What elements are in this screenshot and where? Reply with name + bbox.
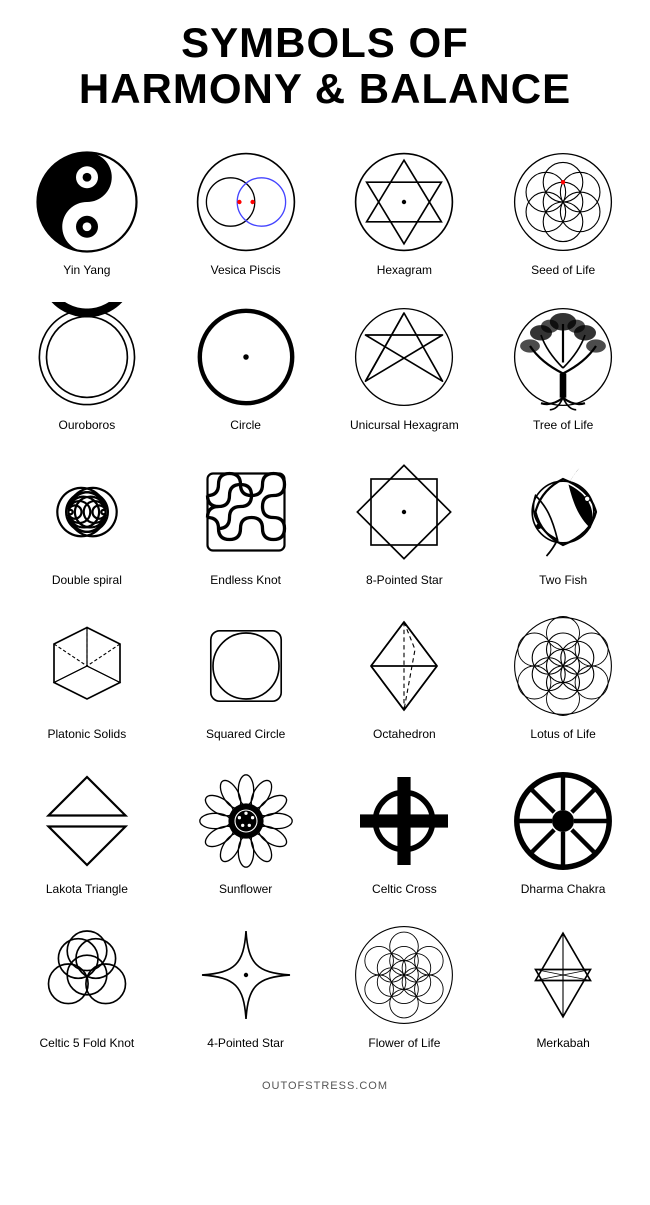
symbol-octahedron: Octahedron — [328, 606, 482, 751]
circle-image — [191, 302, 301, 412]
hexagram-label: Hexagram — [377, 263, 432, 279]
symbols-grid: Yin Yang Vesica Piscis Hexagram — [10, 142, 640, 1060]
flower-of-life-label: Flower of Life — [368, 1036, 440, 1052]
sunflower-image — [191, 766, 301, 876]
symbol-sunflower: Sunflower — [169, 761, 323, 906]
symbol-circle: Circle — [169, 297, 323, 442]
symbol-endless-knot: Endless Knot — [169, 452, 323, 597]
symbol-dharma-chakra: Dharma Chakra — [486, 761, 640, 906]
symbol-vesica-piscis: Vesica Piscis — [169, 142, 323, 287]
4-pointed-star-image — [191, 920, 301, 1030]
8-pointed-star-label: 8-Pointed Star — [366, 573, 443, 589]
dharma-chakra-image — [508, 766, 618, 876]
symbol-unicursal-hexagram: Unicursal Hexagram — [328, 297, 482, 442]
flower-of-life-image — [349, 920, 459, 1030]
celtic-cross-image — [349, 766, 459, 876]
symbol-celtic-5-fold-knot: Celtic 5 Fold Knot — [10, 915, 164, 1060]
octahedron-label: Octahedron — [373, 727, 436, 743]
squared-circle-label: Squared Circle — [206, 727, 285, 743]
symbol-8-pointed-star: 8-Pointed Star — [328, 452, 482, 597]
symbol-flower-of-life: Flower of Life — [328, 915, 482, 1060]
ouroboros-label: Ouroboros — [59, 418, 116, 434]
page-title: SYMBOLS OF HARMONY & BALANCE — [79, 20, 571, 112]
merkabah-label: Merkabah — [536, 1036, 589, 1052]
symbol-celtic-cross: Celtic Cross — [328, 761, 482, 906]
symbol-tree-of-life: Tree of Life — [486, 297, 640, 442]
double-spiral-label: Double spiral — [52, 573, 122, 589]
yin-yang-image — [32, 147, 142, 257]
celtic-cross-label: Celtic Cross — [372, 882, 437, 898]
vesica-piscis-image — [191, 147, 301, 257]
two-fish-label: Two Fish — [539, 573, 587, 589]
symbol-platonic-solids: Platonic Solids — [10, 606, 164, 751]
platonic-solids-label: Platonic Solids — [48, 727, 127, 743]
4-pointed-star-label: 4-Pointed Star — [207, 1036, 284, 1052]
seed-of-life-image — [508, 147, 618, 257]
lotus-of-life-label: Lotus of Life — [530, 727, 595, 743]
footer-text: OUTOFSTRESS.COM — [262, 1080, 388, 1092]
symbol-seed-of-life: Seed of Life — [486, 142, 640, 287]
symbol-double-spiral: Double spiral — [10, 452, 164, 597]
two-fish-image — [508, 457, 618, 567]
seed-of-life-label: Seed of Life — [531, 263, 595, 279]
lotus-of-life-image — [508, 611, 618, 721]
celtic-5-fold-knot-image — [32, 920, 142, 1030]
octahedron-image — [349, 611, 459, 721]
symbol-merkabah: Merkabah — [486, 915, 640, 1060]
platonic-solids-image — [32, 611, 142, 721]
symbol-lakota-triangle: Lakota Triangle — [10, 761, 164, 906]
vesica-piscis-label: Vesica Piscis — [211, 263, 281, 279]
lakota-triangle-image — [32, 766, 142, 876]
symbol-yin-yang: Yin Yang — [10, 142, 164, 287]
merkabah-image — [508, 920, 618, 1030]
symbol-hexagram: Hexagram — [328, 142, 482, 287]
symbol-ouroboros: Ouroboros — [10, 297, 164, 442]
unicursal-hexagram-label: Unicursal Hexagram — [350, 418, 459, 434]
tree-of-life-image — [508, 302, 618, 412]
8-pointed-star-image — [349, 457, 459, 567]
ouroboros-image — [32, 302, 142, 412]
circle-label: Circle — [230, 418, 261, 434]
endless-knot-label: Endless Knot — [210, 573, 281, 589]
dharma-chakra-label: Dharma Chakra — [521, 882, 606, 898]
symbol-squared-circle: Squared Circle — [169, 606, 323, 751]
squared-circle-image — [191, 611, 301, 721]
hexagram-image — [349, 147, 459, 257]
symbol-4-pointed-star: 4-Pointed Star — [169, 915, 323, 1060]
lakota-triangle-label: Lakota Triangle — [46, 882, 128, 898]
tree-of-life-label: Tree of Life — [533, 418, 593, 434]
celtic-5-fold-knot-label: Celtic 5 Fold Knot — [40, 1036, 135, 1052]
symbol-lotus-of-life: Lotus of Life — [486, 606, 640, 751]
double-spiral-image — [32, 457, 142, 567]
unicursal-hexagram-image — [349, 302, 459, 412]
endless-knot-image — [191, 457, 301, 567]
sunflower-label: Sunflower — [219, 882, 272, 898]
yin-yang-label: Yin Yang — [63, 263, 110, 279]
symbol-two-fish: Two Fish — [486, 452, 640, 597]
